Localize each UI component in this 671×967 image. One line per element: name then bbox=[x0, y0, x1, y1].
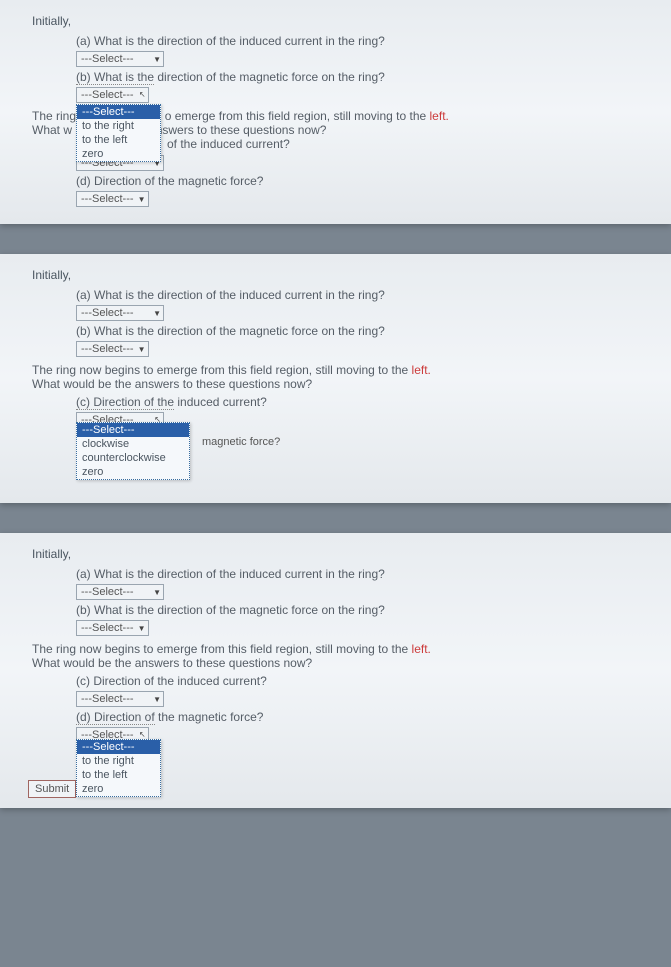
select-a[interactable]: ---Select---▼ bbox=[76, 584, 164, 600]
chevron-down-icon: ▼ bbox=[138, 195, 146, 204]
panel-2: Initially, (a) What is the direction of … bbox=[0, 254, 671, 503]
option-zero[interactable]: zero bbox=[77, 147, 160, 161]
dropdown-d-options: ---Select--- to the right to the left ze… bbox=[76, 739, 161, 797]
chevron-down-icon: ▼ bbox=[138, 624, 146, 633]
question-b: (b) What is the direction of the magneti… bbox=[76, 324, 643, 338]
chevron-down-icon: ▼ bbox=[153, 309, 161, 318]
emerge-line: The ring now begins to emerge from this … bbox=[32, 642, 412, 656]
dropdown-b-options: ---Select--- to the right to the left ze… bbox=[76, 104, 161, 162]
left-word: left. bbox=[412, 642, 431, 656]
initially-label: Initially, bbox=[32, 547, 643, 561]
question-a: (a) What is the direction of the induced… bbox=[76, 34, 643, 48]
select-a[interactable]: ---Select---▼ bbox=[76, 305, 164, 321]
question-c: (c) Direction of the induced current? bbox=[76, 395, 643, 409]
question-d: (d) Direction of the magnetic force? bbox=[76, 174, 643, 188]
cursor-icon: ↖ bbox=[139, 90, 146, 99]
question-b: (b) What is the direction of the magneti… bbox=[76, 603, 643, 617]
emerge-line-a: The ring bbox=[32, 109, 76, 123]
option-ccw[interactable]: counterclockwise bbox=[77, 451, 189, 465]
left-word: left. bbox=[412, 363, 431, 377]
panel-3: Initially, (a) What is the direction of … bbox=[0, 533, 671, 808]
select-c[interactable]: ---Select---▼ bbox=[76, 691, 164, 707]
option-left[interactable]: to the left bbox=[77, 133, 160, 147]
question-a: (a) What is the direction of the induced… bbox=[76, 567, 643, 581]
option-right[interactable]: to the right bbox=[77, 754, 160, 768]
question-d: (d) Direction of the magnetic force? bbox=[76, 710, 643, 724]
chevron-down-icon: ▼ bbox=[153, 695, 161, 704]
select-a[interactable]: ---Select---▼ bbox=[76, 51, 164, 67]
submit-button[interactable]: Submit bbox=[28, 780, 76, 798]
option-zero[interactable]: zero bbox=[77, 782, 160, 796]
answers-line: What would be the answers to these quest… bbox=[32, 377, 312, 391]
select-d[interactable]: ---Select---▼ bbox=[76, 191, 149, 207]
chevron-down-icon: ▼ bbox=[153, 588, 161, 597]
answers-line-b: nswers to these questions now? bbox=[156, 123, 327, 137]
select-b[interactable]: ---Select---↖ bbox=[76, 87, 149, 103]
emerge-line: The ring now begins to emerge from this … bbox=[32, 363, 412, 377]
question-b: (b) What is the direction of the magneti… bbox=[76, 70, 643, 84]
cursor-icon: ↖ bbox=[139, 730, 146, 739]
question-c: (c) Direction of the induced current? bbox=[76, 674, 643, 688]
initially-label: Initially, bbox=[32, 268, 643, 282]
panel-1: Initially, (a) What is the direction of … bbox=[0, 0, 671, 224]
option-cw[interactable]: clockwise bbox=[77, 437, 189, 451]
initially-label: Initially, bbox=[32, 14, 643, 28]
emerge-line-b: o emerge from this field region, still m… bbox=[165, 109, 430, 123]
qd-tail: magnetic force? bbox=[202, 436, 280, 448]
answers-line: What would be the answers to these quest… bbox=[32, 656, 312, 670]
answers-line-a: What w bbox=[32, 123, 72, 137]
option-zero[interactable]: zero bbox=[77, 465, 189, 479]
option-select[interactable]: ---Select--- bbox=[77, 740, 160, 754]
option-right[interactable]: to the right bbox=[77, 119, 160, 133]
option-select[interactable]: ---Select--- bbox=[77, 105, 160, 119]
select-b[interactable]: ---Select---▼ bbox=[76, 341, 149, 357]
qc-tail: of the induced current? bbox=[167, 137, 290, 151]
question-a: (a) What is the direction of the induced… bbox=[76, 288, 643, 302]
option-left[interactable]: to the left bbox=[77, 768, 160, 782]
left-word: left. bbox=[430, 109, 449, 123]
chevron-down-icon: ▼ bbox=[153, 55, 161, 64]
dropdown-c-options: ---Select--- clockwise counterclockwise … bbox=[76, 422, 190, 480]
option-select[interactable]: ---Select--- bbox=[77, 423, 189, 437]
chevron-down-icon: ▼ bbox=[138, 345, 146, 354]
select-b[interactable]: ---Select---▼ bbox=[76, 620, 149, 636]
